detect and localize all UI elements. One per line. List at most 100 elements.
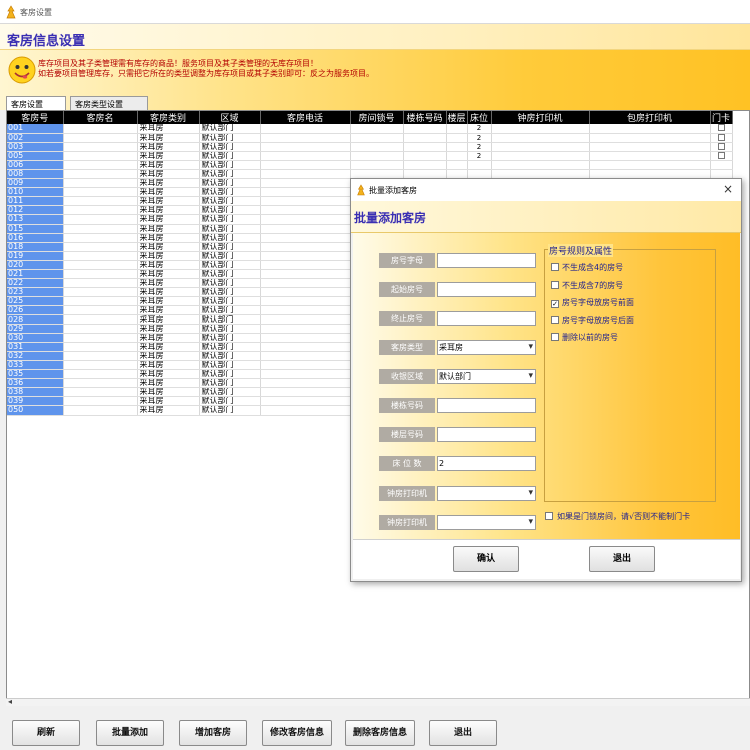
door-card-checkbox-cell[interactable] [717, 124, 725, 132]
table-cell[interactable] [63, 333, 138, 343]
table-cell[interactable]: 013 [7, 214, 64, 225]
table-cell[interactable]: 008 [7, 169, 64, 180]
door-card-checkbox-cell[interactable] [717, 151, 725, 159]
table-cell[interactable]: 033 [7, 360, 64, 371]
table-cell[interactable]: 2 [467, 151, 492, 161]
table-cell[interactable]: 采耳房 [137, 196, 200, 207]
table-cell[interactable]: 采耳房 [137, 224, 200, 234]
column-header[interactable]: 楼层 [446, 111, 468, 124]
table-cell[interactable] [589, 142, 711, 152]
table-cell[interactable]: 默认部门 [199, 305, 261, 316]
table-cell[interactable]: 默认部门 [199, 333, 261, 343]
table-cell[interactable]: 020 [7, 260, 64, 271]
table-cell[interactable]: 默认部门 [199, 269, 261, 280]
table-cell[interactable]: 采耳房 [137, 405, 200, 416]
table-cell[interactable]: 默认部门 [199, 196, 261, 207]
table-cell[interactable]: 023 [7, 287, 64, 298]
checkbox-icon[interactable] [551, 315, 559, 324]
table-cell[interactable] [63, 142, 138, 152]
table-cell[interactable] [63, 324, 138, 334]
table-cell[interactable]: 012 [7, 205, 64, 216]
door-card-checkbox-cell[interactable] [717, 142, 725, 150]
table-cell[interactable] [63, 396, 138, 407]
table-cell[interactable]: 031 [7, 342, 64, 352]
table-cell[interactable]: 默认部门 [199, 396, 261, 407]
table-cell[interactable] [63, 187, 138, 198]
select-field[interactable]: 采耳房 [437, 340, 536, 355]
table-cell[interactable]: 039 [7, 396, 64, 407]
table-cell[interactable]: 022 [7, 278, 64, 289]
table-cell[interactable] [260, 369, 351, 380]
table-cell[interactable] [260, 333, 351, 343]
table-cell[interactable]: 采耳房 [137, 378, 200, 389]
table-cell[interactable]: 默认部门 [199, 187, 261, 198]
table-cell[interactable] [260, 205, 351, 216]
table-cell[interactable]: 038 [7, 387, 64, 398]
table-cell[interactable] [63, 133, 138, 143]
table-cell[interactable] [403, 124, 447, 134]
table-cell[interactable] [260, 187, 351, 198]
table-cell[interactable] [446, 151, 468, 161]
table-cell[interactable] [63, 405, 138, 416]
table-cell[interactable]: 采耳房 [137, 233, 200, 243]
table-cell[interactable] [350, 133, 404, 143]
table-cell[interactable]: 采耳房 [137, 396, 200, 407]
table-cell[interactable] [710, 142, 733, 152]
table-cell[interactable]: 默认部门 [199, 151, 261, 161]
table-cell[interactable]: 默认部门 [199, 133, 261, 143]
table-cell[interactable]: 026 [7, 305, 64, 316]
table-cell[interactable] [260, 378, 351, 389]
column-header[interactable]: 钟房打印机 [491, 111, 590, 124]
table-cell[interactable] [63, 233, 138, 243]
text-field[interactable] [437, 253, 536, 268]
table-cell[interactable]: 005 [7, 151, 64, 161]
table-cell[interactable] [260, 396, 351, 407]
select-field[interactable] [437, 486, 536, 501]
table-cell[interactable] [260, 314, 351, 325]
table-cell[interactable] [260, 351, 351, 361]
delete-room-button[interactable]: 删除客房信息 [345, 720, 415, 746]
table-cell[interactable] [63, 269, 138, 280]
table-cell[interactable]: 默认部门 [199, 169, 261, 180]
table-cell[interactable] [63, 160, 138, 170]
table-cell[interactable] [63, 369, 138, 380]
table-cell[interactable] [710, 133, 733, 143]
table-cell[interactable]: 默认部门 [199, 205, 261, 216]
table-cell[interactable] [260, 342, 351, 352]
close-icon[interactable]: × [723, 182, 733, 196]
table-cell[interactable] [446, 160, 468, 170]
column-header[interactable]: 客房电话 [260, 111, 351, 124]
table-cell[interactable] [63, 251, 138, 261]
table-cell[interactable]: 2 [467, 142, 492, 152]
table-cell[interactable]: 采耳房 [137, 160, 200, 170]
table-cell[interactable]: 采耳房 [137, 169, 200, 180]
column-header[interactable]: 客房名 [63, 111, 138, 124]
table-cell[interactable] [260, 251, 351, 261]
text-field[interactable] [437, 282, 536, 297]
table-cell[interactable]: 016 [7, 233, 64, 243]
table-cell[interactable] [260, 160, 351, 170]
table-row[interactable]: 005 采耳房 默认部门 2 [7, 151, 733, 161]
table-cell[interactable]: 默认部门 [199, 124, 261, 134]
table-cell[interactable]: 采耳房 [137, 269, 200, 280]
table-row[interactable]: 003 采耳房 默认部门 2 [7, 142, 733, 152]
table-cell[interactable] [260, 405, 351, 416]
table-cell[interactable] [491, 151, 590, 161]
table-cell[interactable]: 默认部门 [199, 160, 261, 170]
table-cell[interactable] [710, 151, 733, 161]
column-header[interactable]: 楼栋号码 [403, 111, 447, 124]
table-cell[interactable] [350, 124, 404, 134]
table-cell[interactable]: 默认部门 [199, 360, 261, 371]
table-cell[interactable] [260, 133, 351, 143]
table-cell[interactable]: 003 [7, 142, 64, 152]
column-header[interactable]: 门卡 [710, 111, 733, 124]
table-cell[interactable] [491, 124, 590, 134]
table-cell[interactable] [63, 278, 138, 289]
select-field[interactable] [437, 515, 536, 530]
table-cell[interactable] [491, 160, 590, 170]
table-cell[interactable]: 采耳房 [137, 133, 200, 143]
table-cell[interactable]: 默认部门 [199, 342, 261, 352]
table-cell[interactable] [63, 351, 138, 361]
door-card-checkbox-cell[interactable] [717, 133, 725, 141]
table-cell[interactable]: 采耳房 [137, 296, 200, 307]
